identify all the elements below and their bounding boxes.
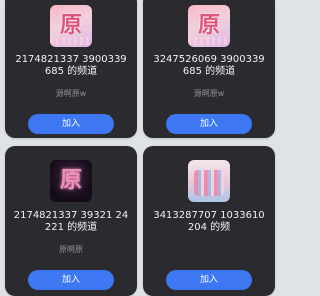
join-button[interactable]: 加入 <box>166 114 252 134</box>
group-figures <box>194 170 224 196</box>
pink-anime-avatar-icon: 原 <box>50 5 92 47</box>
thumbnail-char: 原 <box>197 12 220 38</box>
thumbnail-char: 原 <box>59 12 82 38</box>
channel-card[interactable]: 3413287707 1033610204 的频 加入 <box>143 146 275 296</box>
channel-owner: 源啊原w <box>55 89 87 98</box>
channel-card[interactable]: 原 3247526069 3900339685 的频道 源啊原w 加入 <box>143 0 275 138</box>
channel-card[interactable]: 原 2174821337 39321 24221 的频道 原啊原 加入 <box>5 146 137 296</box>
thumbnail-char: 原 <box>59 167 82 193</box>
dark-pink-avatar-icon: 原 <box>50 160 92 202</box>
channel-title: 2174821337 3900339685 的频道 <box>15 54 127 77</box>
group-photo-avatar-icon <box>188 160 230 202</box>
join-button[interactable]: 加入 <box>28 270 114 290</box>
petal-decoration <box>188 37 230 45</box>
channel-card[interactable]: 原 2174821337 3900339685 的频道 源啊原w 加入 <box>5 0 137 138</box>
petal-decoration <box>50 37 92 45</box>
join-button[interactable]: 加入 <box>166 270 252 290</box>
channel-title: 3413287707 1033610204 的频 <box>153 210 265 233</box>
pink-anime-avatar-icon: 原 <box>188 5 230 47</box>
channel-owner: 源啊原w <box>193 89 225 98</box>
channel-title: 2174821337 39321 24221 的频道 <box>13 210 129 233</box>
channel-grid: 原 2174821337 3900339685 的频道 源啊原w 加入 原 32… <box>0 0 280 296</box>
channel-title: 3247526069 3900339685 的频道 <box>153 54 265 77</box>
channel-owner: 原啊原 <box>59 245 83 254</box>
join-button[interactable]: 加入 <box>28 114 114 134</box>
